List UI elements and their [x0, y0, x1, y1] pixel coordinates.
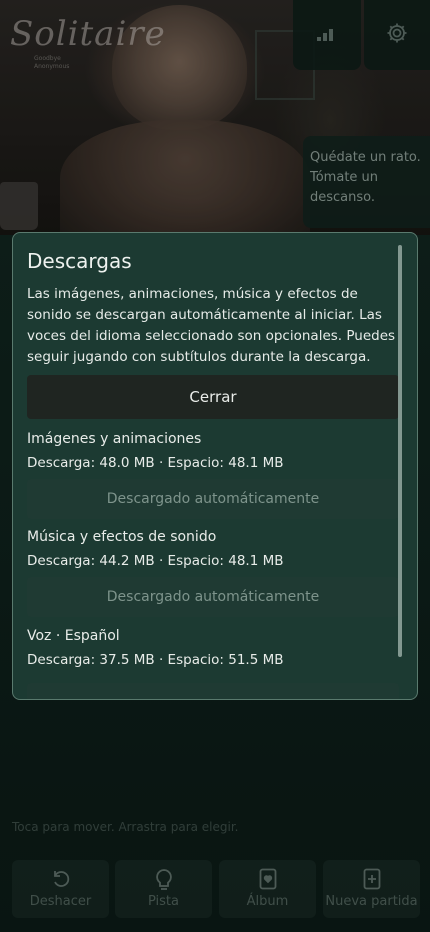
- section-music-stats: Descarga: 44.2 MB · Espacio: 48.1 MB: [27, 553, 284, 569]
- downloads-dialog: Descargas Las imágenes, animaciones, mús…: [12, 232, 418, 700]
- section-voice-download-button[interactable]: [27, 683, 399, 699]
- section-images-status-button: Descargado automáticamente: [27, 479, 399, 519]
- dialog-scrollbar[interactable]: [398, 245, 402, 657]
- section-images-status: Descargado automáticamente: [106, 491, 320, 507]
- section-images-name: Imágenes y animaciones: [27, 431, 202, 447]
- close-button[interactable]: Cerrar: [27, 375, 399, 419]
- section-music-status: Descargado automáticamente: [106, 589, 320, 605]
- section-voice-name: Voz · Español: [27, 628, 120, 644]
- dialog-title: Descargas: [27, 249, 132, 273]
- section-music-status-button: Descargado automáticamente: [27, 577, 399, 617]
- dialog-description: Las imágenes, animaciones, música y efec…: [27, 286, 396, 365]
- section-music-name: Música y efectos de sonido: [27, 529, 217, 545]
- section-images-stats: Descarga: 48.0 MB · Espacio: 48.1 MB: [27, 455, 284, 471]
- section-voice-stats: Descarga: 37.5 MB · Espacio: 51.5 MB: [27, 652, 284, 668]
